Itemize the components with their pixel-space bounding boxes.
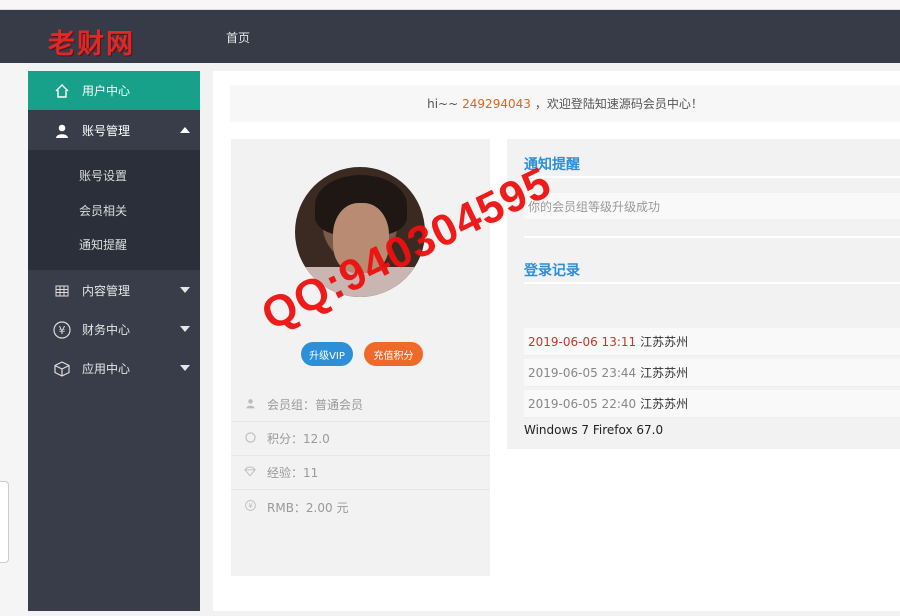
- login-city: 江苏苏州: [640, 397, 689, 411]
- user-agent-text: Windows 7 Firefox 67.0: [524, 423, 664, 437]
- section-divider: [524, 236, 900, 238]
- sidebar-item-apps[interactable]: 应用中心: [28, 349, 200, 388]
- welcome-prefix: hi~~: [427, 96, 459, 111]
- chevron-down-icon: [180, 287, 190, 293]
- login-city: 江苏苏州: [640, 366, 689, 380]
- submenu-notifications[interactable]: 通知提醒: [79, 236, 127, 253]
- bookmarks-bar: [0, 0, 900, 10]
- sidebar-item-account[interactable]: 账号管理: [28, 111, 200, 150]
- welcome-suffix: ，欢迎登陆知速源码会员中心！: [534, 97, 703, 111]
- side-collapse-tab[interactable]: [0, 481, 9, 563]
- member-group-label: 会员组：普通会员: [267, 398, 364, 412]
- diamond-icon: [243, 466, 257, 480]
- sidebar-item-label: 财务中心: [82, 323, 131, 337]
- sidebar-item-label: 用户中心: [82, 84, 131, 98]
- login-row: 2019-06-05 22:40 江苏苏州: [524, 390, 900, 418]
- login-log-title: 登录记录: [524, 263, 580, 279]
- site-logo[interactable]: 老财网: [48, 22, 135, 61]
- login-time: 2019-06-05 22:40: [528, 396, 637, 411]
- user-id: 249294043: [462, 96, 531, 111]
- sidebar-item-label: 应用中心: [82, 362, 131, 376]
- circle-icon: [243, 431, 257, 446]
- sidebar-item-content[interactable]: 内容管理: [28, 271, 200, 310]
- notice-and-log-panel: 通知提醒 你的会员组等级升级成功 登录记录 2019-06-06 13:11 江…: [507, 139, 900, 449]
- svg-text:¥: ¥: [248, 502, 252, 510]
- login-row: 2019-06-05 23:44 江苏苏州: [524, 359, 900, 387]
- points-row: 积分：12.0: [231, 422, 490, 456]
- upgrade-vip-button[interactable]: 升级VIP: [301, 342, 353, 366]
- rmb-row: ¥ RMB：2.00 元: [231, 490, 490, 524]
- login-row: 2019-06-06 13:11 江苏苏州: [524, 328, 900, 356]
- login-time: 2019-06-05 23:44: [528, 365, 637, 380]
- login-log-divider: [524, 282, 900, 284]
- sidebar-item-label: 内容管理: [82, 284, 131, 298]
- cube-icon: [53, 360, 71, 378]
- submenu-member[interactable]: 会员相关: [79, 202, 127, 219]
- sidebar-item-label: 账号管理: [82, 124, 131, 138]
- chevron-down-icon: [180, 326, 190, 332]
- experience-row: 经验：11: [231, 456, 490, 490]
- grid-icon: [53, 282, 71, 300]
- user-icon: [243, 398, 257, 412]
- submenu-account-settings[interactable]: 账号设置: [79, 167, 127, 184]
- chevron-down-icon: [180, 365, 190, 371]
- sidebar-item-user-center[interactable]: 用户中心: [28, 71, 200, 110]
- chevron-up-icon: [180, 127, 190, 133]
- recharge-points-button[interactable]: 充值积分: [364, 342, 423, 366]
- nav-home-link[interactable]: 首页: [226, 29, 250, 46]
- welcome-banner: hi~~ 249294043 ，欢迎登陆知速源码会员中心！: [230, 85, 900, 122]
- login-city: 江苏苏州: [640, 335, 689, 349]
- notice-divider: [524, 176, 900, 178]
- user-icon: [53, 122, 71, 140]
- account-submenu: 账号设置 会员相关 通知提醒: [28, 150, 200, 270]
- yen-icon: ¥: [53, 320, 71, 339]
- svg-text:¥: ¥: [59, 324, 66, 337]
- login-time: 2019-06-06 13:11: [528, 334, 637, 349]
- yen-icon: ¥: [243, 500, 257, 514]
- rmb-label: RMB：2.00 元: [267, 500, 349, 515]
- points-label: 积分：12.0: [267, 432, 330, 446]
- experience-label: 经验：11: [267, 466, 319, 480]
- sidebar: 用户中心 账号管理 账号设置 会员相关 通知提醒 内容管理 ¥ 财务中心 应用中…: [28, 71, 200, 611]
- notice-item[interactable]: 你的会员组等级升级成功: [524, 193, 900, 219]
- member-group-row: 会员组：普通会员: [231, 388, 490, 422]
- left-edge-panel: [0, 63, 28, 616]
- home-icon: [53, 82, 71, 100]
- top-navbar: 老财网 首页: [0, 10, 900, 63]
- sidebar-item-finance[interactable]: ¥ 财务中心: [28, 310, 200, 349]
